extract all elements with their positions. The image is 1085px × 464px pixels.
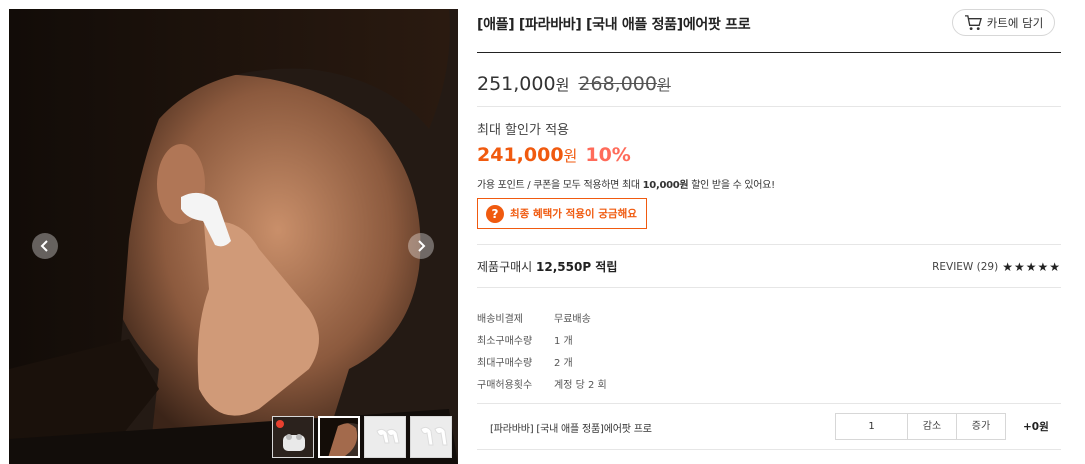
next-image-button[interactable] <box>408 233 434 259</box>
title-divider <box>477 52 1061 53</box>
add-to-cart-button[interactable]: 카트에 담기 <box>952 9 1055 36</box>
cart-label: 카트에 담기 <box>986 15 1044 30</box>
quantity-input[interactable]: 1 <box>835 413 908 440</box>
price-row: 251,000원 268,000원 <box>477 73 671 95</box>
chevron-right-icon <box>418 240 426 252</box>
chevron-left-icon <box>40 240 48 252</box>
divider <box>477 244 1061 245</box>
discount-rate: 10% <box>585 144 631 166</box>
thumbnail-1[interactable] <box>272 416 314 458</box>
final-benefit-button[interactable]: ? 최종 혜택가 적용이 궁금해요 <box>477 198 647 229</box>
product-title: [애플] [파라바바] [국내 애플 정품]에어팟 프로 <box>477 17 751 33</box>
divider <box>477 403 1061 404</box>
thumbnail-2[interactable] <box>318 416 360 458</box>
product-info-table: 배송비결제 무료배송 최소구매수량 1 개 최대구매수량 2 개 구매허용횟수 … <box>477 306 607 394</box>
divider <box>477 287 1061 288</box>
rating-stars: ★★★★★ <box>1002 260 1061 274</box>
max-discount-label: 최대 할인가 적용 <box>477 123 569 138</box>
review-label: REVIEW (29) <box>932 261 999 273</box>
prev-image-button[interactable] <box>32 233 58 259</box>
original-price: 268,000원 <box>578 73 671 95</box>
decrease-quantity-button[interactable]: 감소 <box>907 413 957 440</box>
increase-quantity-button[interactable]: 증가 <box>956 413 1006 440</box>
info-row: 최소구매수량 1 개 <box>477 335 573 347</box>
product-main-image <box>9 9 458 464</box>
thumbnail-3[interactable] <box>364 416 406 458</box>
divider <box>477 106 1061 107</box>
cart-icon <box>964 15 982 31</box>
sale-price-row: 241,000원 10% <box>477 144 631 166</box>
question-icon: ? <box>486 204 504 223</box>
coupon-note: 가용 포인트 / 쿠폰을 모두 적용하면 최대 10,000원 할인 받을 수 … <box>477 180 775 191</box>
product-info-panel: [애플] [파라바바] [국내 애플 정품]에어팟 프로 카트에 담기 251,… <box>477 0 1061 464</box>
thumbnail-strip <box>272 416 452 458</box>
sale-price: 241,000원 <box>477 144 578 166</box>
benefit-label: 최종 혜택가 적용이 궁금해요 <box>510 208 637 220</box>
divider <box>477 449 1061 450</box>
product-image-gallery <box>9 9 458 464</box>
option-name: [파라바바] [국내 애플 정품]에어팟 프로 <box>490 424 652 435</box>
option-price: +0원 <box>1023 421 1049 433</box>
purchase-points: 제품구매시 12,550P 적립 <box>477 260 618 274</box>
info-row: 구매허용횟수 계정 당 2 회 <box>477 379 607 391</box>
badge-dot <box>276 420 284 428</box>
selected-option-row: [파라바바] [국내 애플 정품]에어팟 프로 1 감소 증가 +0원 <box>490 413 1061 440</box>
info-row: 최대구매수량 2 개 <box>477 357 573 369</box>
current-price: 251,000원 <box>477 73 570 95</box>
thumbnail-4[interactable] <box>410 416 452 458</box>
review-summary[interactable]: REVIEW (29) ★★★★★ <box>932 260 1061 274</box>
info-row: 배송비결제 무료배송 <box>477 313 591 325</box>
